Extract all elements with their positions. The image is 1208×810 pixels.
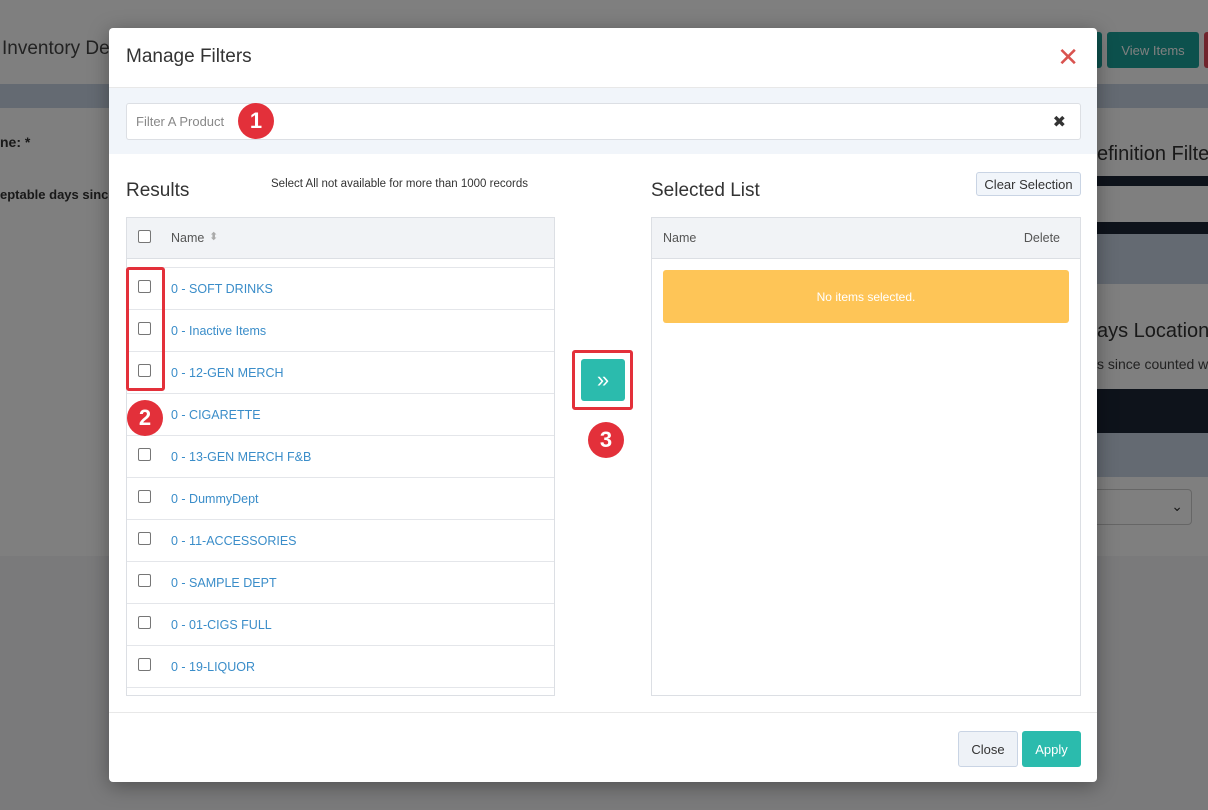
annotation-badge-2: 2 <box>127 400 163 436</box>
table-row: 0 - 12-GEN MERCH <box>127 352 554 394</box>
annotation-highlight-checkboxes <box>126 267 165 391</box>
selected-table-header: Name Delete <box>652 218 1080 259</box>
table-row: 0 - CIGARETTE <box>127 394 554 436</box>
sort-icon[interactable]: ⬍ <box>209 230 218 243</box>
row-checkbox[interactable] <box>138 532 151 545</box>
results-list: 0 - SOFT DRINKS 0 - Inactive Items 0 - 1… <box>127 267 554 688</box>
annotation-highlight-move-button <box>572 350 633 410</box>
row-link[interactable]: 0 - DummyDept <box>171 492 259 506</box>
modal-title: Manage Filters <box>126 46 252 67</box>
table-row: 0 - 19-LIQUOR <box>127 646 554 688</box>
row-link[interactable]: 0 - 12-GEN MERCH <box>171 366 284 380</box>
row-link[interactable]: 0 - Inactive Items <box>171 324 266 338</box>
delete-column-header: Delete <box>1023 231 1060 245</box>
name-column-header: Name <box>663 231 697 245</box>
row-checkbox[interactable] <box>138 574 151 587</box>
row-link[interactable]: 0 - SOFT DRINKS <box>171 282 273 296</box>
row-link[interactable]: 0 - CIGARETTE <box>171 408 261 422</box>
table-row: 0 - SOFT DRINKS <box>127 268 554 310</box>
row-checkbox[interactable] <box>138 490 151 503</box>
no-items-alert: No items selected. <box>663 270 1069 323</box>
results-title: Results <box>126 180 190 201</box>
table-row: 0 - 13-GEN MERCH F&B <box>127 436 554 478</box>
annotation-badge-3: 3 <box>588 422 624 458</box>
modal-footer: Close Apply <box>109 712 1097 782</box>
selected-table: Name Delete No items selected. <box>651 217 1081 696</box>
clear-filter-icon[interactable]: ✖ <box>1053 112 1066 132</box>
row-checkbox[interactable] <box>138 658 151 671</box>
results-table-header: Name ⬍ <box>127 218 554 259</box>
selected-list-title: Selected List <box>651 180 760 201</box>
table-row: 0 - 01-CIGS FULL <box>127 604 554 646</box>
clear-selection-button[interactable]: Clear Selection <box>976 172 1081 196</box>
results-table: Name ⬍ 0 - SOFT DRINKS 0 - Inactive Item… <box>126 217 555 696</box>
row-checkbox[interactable] <box>138 616 151 629</box>
modal-header: Manage Filters ✕ <box>109 28 1097 88</box>
row-link[interactable]: 0 - 01-CIGS FULL <box>171 618 272 632</box>
row-link[interactable]: 0 - 19-LIQUOR <box>171 660 255 674</box>
close-icon[interactable]: ✕ <box>1057 44 1079 70</box>
row-link[interactable]: 0 - 11-ACCESSORIES <box>171 534 297 548</box>
row-link[interactable]: 0 - SAMPLE DEPT <box>171 576 277 590</box>
select-all-checkbox[interactable] <box>138 230 151 243</box>
row-link[interactable]: 0 - 13-GEN MERCH F&B <box>171 450 311 464</box>
annotation-badge-1: 1 <box>238 103 274 139</box>
close-button[interactable]: Close <box>958 731 1018 767</box>
table-row: 0 - Inactive Items <box>127 310 554 352</box>
apply-button[interactable]: Apply <box>1022 731 1081 767</box>
select-all-note: Select All not available for more than 1… <box>271 178 528 190</box>
table-row: 0 - DummyDept <box>127 478 554 520</box>
table-row: 0 - 11-ACCESSORIES <box>127 520 554 562</box>
name-column-header[interactable]: Name <box>171 231 204 245</box>
row-checkbox[interactable] <box>138 448 151 461</box>
table-row: 0 - SAMPLE DEPT <box>127 562 554 604</box>
